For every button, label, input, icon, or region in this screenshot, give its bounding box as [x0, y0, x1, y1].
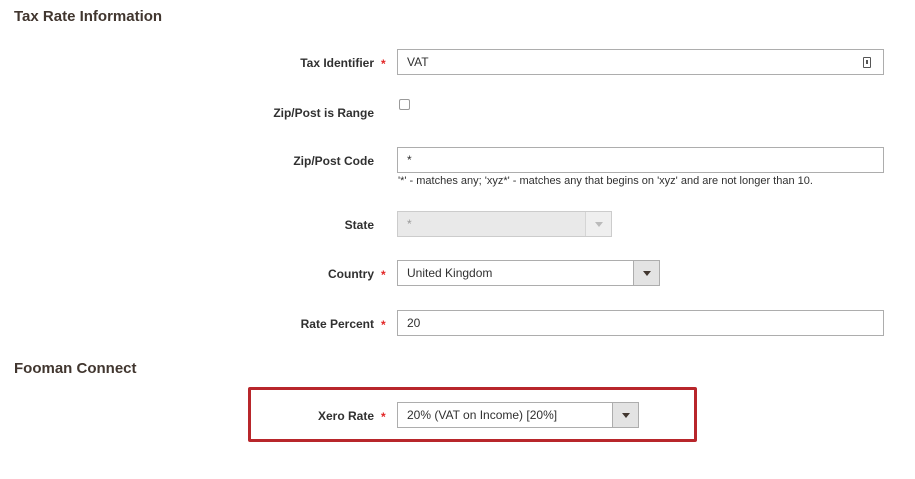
tax-identifier-value: VAT [407, 55, 429, 69]
required-marker: * [381, 57, 386, 71]
country-value: United Kingdom [407, 266, 493, 280]
required-marker: * [381, 318, 386, 332]
zip-code-value: * [407, 153, 412, 167]
chevron-down-icon [585, 212, 611, 236]
rate-percent-value: 20 [407, 316, 421, 330]
chevron-down-icon[interactable] [612, 403, 638, 427]
xero-rate-value: 20% (VAT on Income) [20%] [407, 408, 558, 422]
country-label: Country [328, 267, 374, 281]
state-label: State [344, 218, 374, 232]
state-select: * [397, 211, 612, 237]
section-title-fooman-connect: Fooman Connect [14, 360, 137, 377]
tax-identifier-input[interactable]: VAT [397, 49, 884, 75]
required-marker: * [381, 268, 386, 282]
field-helper-icon[interactable] [863, 57, 871, 68]
xero-rate-label: Xero Rate [317, 409, 374, 423]
zip-range-checkbox[interactable] [399, 99, 410, 110]
rate-percent-input[interactable]: 20 [397, 310, 884, 336]
zip-code-label: Zip/Post Code [293, 154, 374, 168]
zip-range-label: Zip/Post is Range [273, 106, 374, 120]
zip-code-note: '*' - matches any; 'xyz*' - matches any … [398, 175, 813, 187]
chevron-down-icon[interactable] [633, 261, 659, 285]
required-marker: * [381, 410, 386, 424]
zip-code-input[interactable]: * [397, 147, 884, 173]
rate-percent-label: Rate Percent [300, 317, 374, 331]
section-title-tax-rate-information: Tax Rate Information [14, 8, 163, 25]
state-value: * [407, 217, 412, 231]
xero-rate-select[interactable]: 20% (VAT on Income) [20%] [397, 402, 639, 428]
country-select[interactable]: United Kingdom [397, 260, 660, 286]
tax-identifier-label: Tax Identifier [300, 56, 374, 70]
